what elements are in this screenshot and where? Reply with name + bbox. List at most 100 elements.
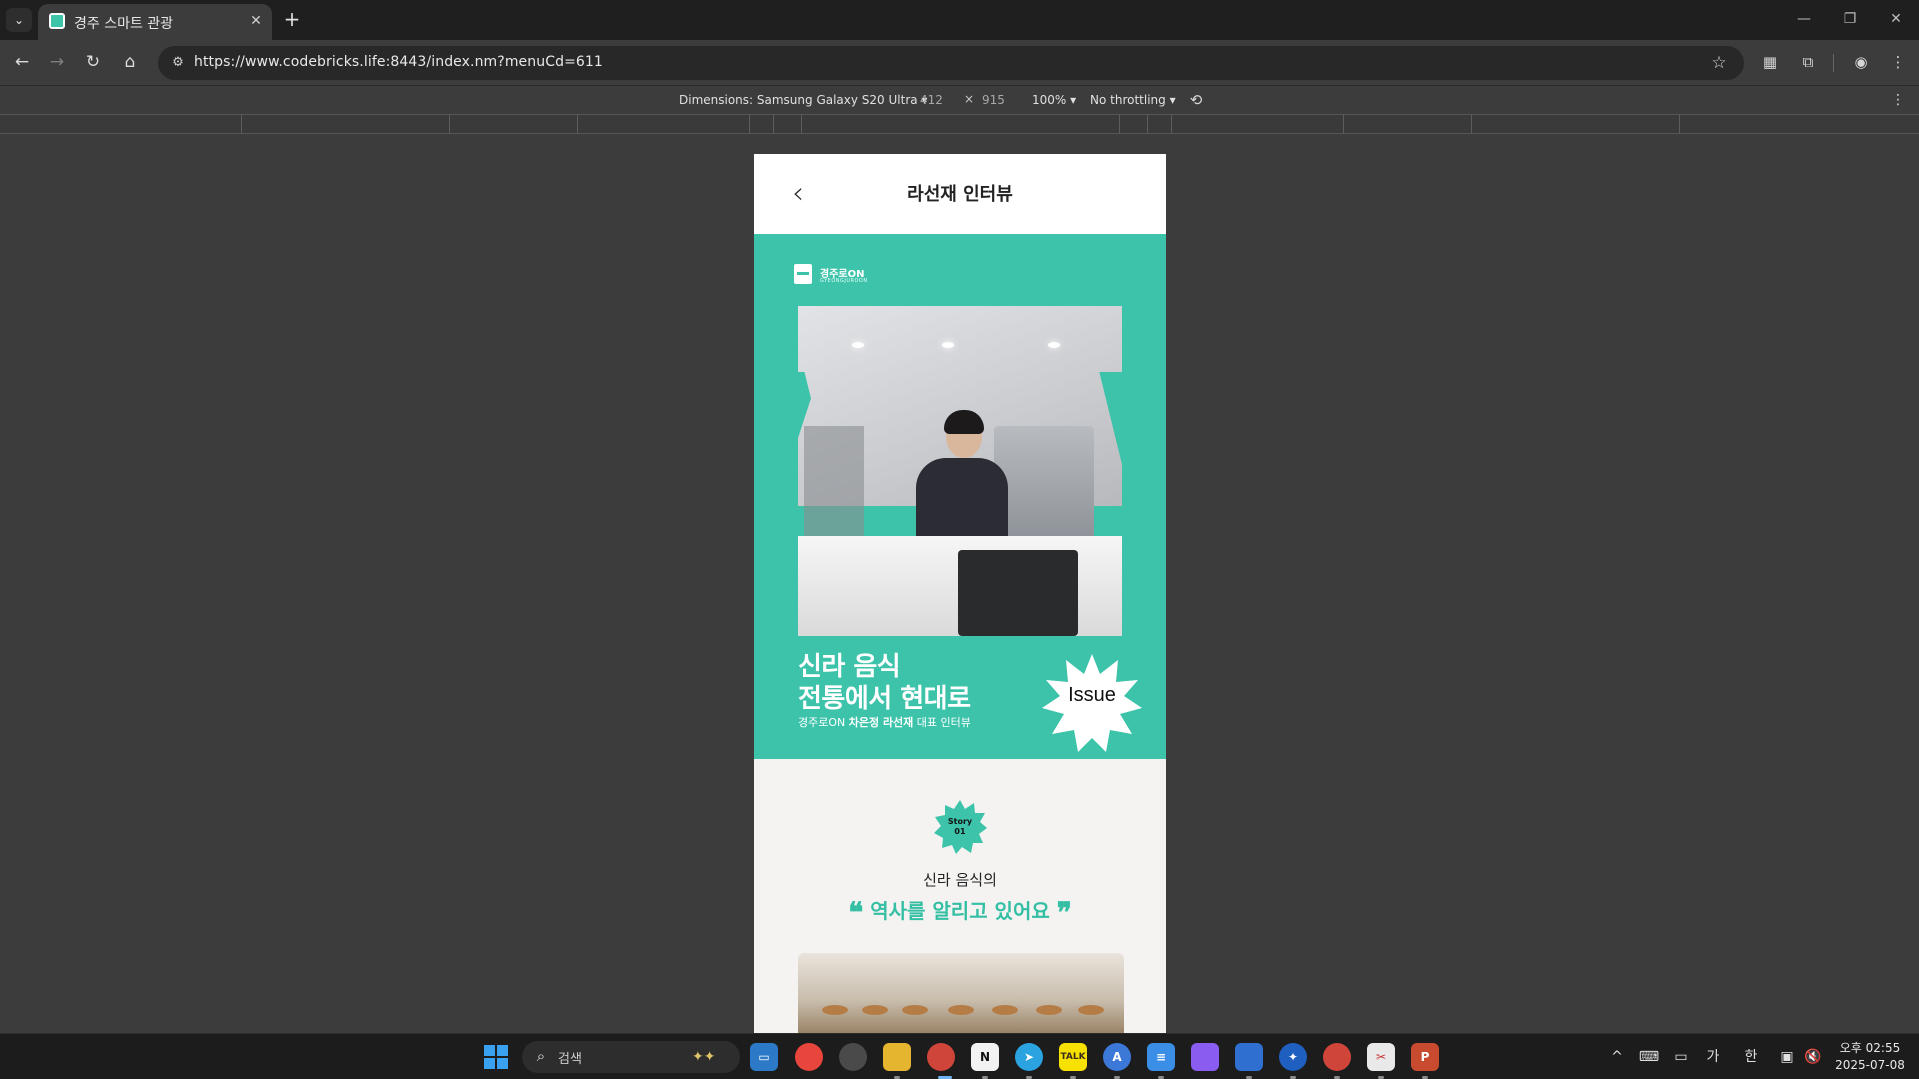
network-icon[interactable]: ▣ [1776,1046,1798,1068]
copilot-icon[interactable] [1191,1043,1219,1071]
story-section: Story 01 신라 음식의 ❝ 역사를 알리고 있어요 ❞ [754,759,1166,1033]
display-icon[interactable]: ▭ [1670,1046,1692,1068]
chrome-profile-icon[interactable] [927,1043,955,1071]
toolbar-separator [1833,54,1834,72]
qr-code-icon[interactable]: ▦ [1757,49,1783,75]
snipping-tool-icon[interactable]: ✂ [1367,1043,1395,1071]
rotate-icon[interactable]: ⟲ [1186,90,1206,110]
pin-app-icon[interactable]: ✦ [1279,1043,1307,1071]
zoom-select[interactable]: 100% ▾ [1032,93,1076,107]
photo-bread [1036,1005,1062,1015]
photo-bread [862,1005,888,1015]
hero-subtitle: 경주로ON 차은정 라선재 대표 인터뷰 [798,714,971,730]
throttling-select[interactable]: No throttling ▾ [1090,93,1176,107]
media-query-marker[interactable] [801,115,802,133]
ceiling-light [1048,342,1060,348]
device-toolbar: Dimensions: Samsung Galaxy S20 Ultra ▾ 4… [0,85,1919,114]
arrow-right-icon: → [49,52,65,72]
browser-tab-active[interactable]: 경주 스마트 관광 ✕ [38,4,272,40]
file-explorer-icon[interactable] [883,1043,911,1071]
search-highlight-icon: ✦✦ [692,1049,716,1065]
ime-mode[interactable]: 가 [1702,1046,1724,1068]
windows-start-icon[interactable] [484,1045,508,1069]
brand-subtitle: GYEONGJUROON [820,278,868,284]
site-info-icon[interactable]: ⚙ [168,53,188,73]
profile-icon[interactable]: ◉ [1848,49,1874,75]
media-query-marker[interactable] [1343,115,1344,133]
notion-icon[interactable]: N [971,1043,999,1071]
media-query-marker[interactable] [1171,115,1172,133]
forward-button[interactable]: → [43,48,71,76]
media-query-marker[interactable] [1119,115,1120,133]
mobile-page: ‹ 라선재 인터뷰 경주로ON GYEONGJUROON Issue 신라 음식… [754,154,1166,1033]
reload-button[interactable]: ↻ [79,48,107,76]
device-dimensions-select[interactable]: Dimensions: Samsung Galaxy S20 Ultra ▾ [679,93,927,107]
story-photo [798,953,1124,1033]
photo-bread [992,1005,1018,1015]
extensions-icon[interactable]: ⧉ [1795,49,1821,75]
clock-time: 오후 02:55 [1839,1041,1901,1055]
issue-badge-text: Issue [1068,684,1116,706]
telegram-icon[interactable]: ➤ [1015,1043,1043,1071]
hero-subtitle-suffix: 대표 인터뷰 [913,716,971,729]
quote-open-icon: ❝ [848,896,864,929]
browser-titlebar: ⌄ 경주 스마트 관광 ✕ + — ❐ ✕ [0,0,1919,40]
photo-bread [902,1005,928,1015]
home-icon: ⌂ [124,52,136,72]
search-icon: ⌕ [536,1047,546,1065]
media-query-marker[interactable] [749,115,750,133]
story-badge-text: Story 01 [932,817,988,837]
taskbar-clock[interactable]: 오후 02:55 2025-07-08 [1832,1040,1908,1074]
story-badge-line1: Story [947,817,973,826]
device-height-input[interactable]: 915 [982,93,1005,107]
photo-machine [994,426,1094,546]
url-text[interactable]: https://www.codebricks.life:8443/index.n… [194,54,603,70]
media-query-marker[interactable] [577,115,578,133]
home-button[interactable]: ⌂ [116,48,144,76]
bookmark-star-icon[interactable]: ☆ [1708,52,1730,74]
photo-register [958,550,1078,636]
hero-banner: 경주로ON GYEONGJUROON Issue 신라 음식 전통에서 현대로 … [754,234,1166,759]
keyboard-icon[interactable]: ⌨ [1638,1046,1660,1068]
tab-close-icon[interactable]: ✕ [246,11,266,31]
desktop-app-icon[interactable]: ▭ [750,1043,778,1071]
address-bar[interactable]: ⚙ https://www.codebricks.life:8443/index… [158,46,1744,80]
more-menu-icon[interactable]: ⋮ [1885,49,1911,75]
restore-button[interactable]: ❐ [1830,6,1870,32]
tab-list-button[interactable]: ⌄ [6,8,32,32]
minimize-button[interactable]: — [1784,6,1824,32]
powerpoint-icon[interactable]: P [1411,1043,1439,1071]
taskbar-search[interactable]: ⌕ 검색 ✦✦ [522,1041,740,1073]
close-window-button[interactable]: ✕ [1876,6,1916,32]
chrome-icon[interactable] [795,1043,823,1071]
notepad-icon[interactable]: ≡ [1147,1043,1175,1071]
volume-muted-icon[interactable]: 🔇 [1802,1046,1824,1068]
chrome-second-profile-icon[interactable] [1323,1043,1351,1071]
back-button[interactable]: ← [8,48,36,76]
media-query-marker[interactable] [1679,115,1680,133]
dimension-separator: × [964,92,975,106]
ceiling-light [852,342,864,348]
media-query-marker[interactable] [449,115,450,133]
hero-subtitle-prefix: 경주로ON [798,716,849,729]
story-heading-text: 역사를 알리고 있어요 [870,899,1050,923]
quote-close-icon: ❞ [1056,896,1072,929]
photo-bread [822,1005,848,1015]
tray-overflow-icon[interactable]: ^ [1606,1046,1628,1068]
reload-icon: ↻ [85,52,101,72]
ime-language[interactable]: 한 [1740,1046,1762,1068]
app-store-icon[interactable]: A [1103,1043,1131,1071]
device-width-input[interactable]: 412 [920,93,943,107]
new-tab-button[interactable]: + [280,8,304,32]
chrome-alt-icon[interactable] [839,1043,867,1071]
tab-title: 경주 스마트 관광 [74,16,174,32]
kakaotalk-icon[interactable]: TALK [1059,1043,1087,1071]
story-heading-line1: 신라 음식의 [923,871,997,889]
media-query-marker[interactable] [1147,115,1148,133]
media-query-marker[interactable] [773,115,774,133]
story-badge-line2: 01 [954,827,966,836]
image-app-icon[interactable] [1235,1043,1263,1071]
media-query-marker[interactable] [241,115,242,133]
device-more-icon[interactable]: ⋮ [1890,90,1906,110]
media-query-marker[interactable] [1471,115,1472,133]
